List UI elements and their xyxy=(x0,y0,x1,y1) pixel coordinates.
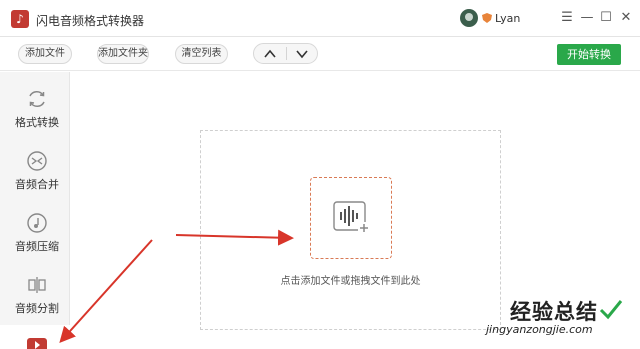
vip-shield-icon xyxy=(482,13,492,23)
merge-icon xyxy=(27,151,47,171)
menu-icon[interactable]: ☰ xyxy=(558,8,576,28)
user-avatar[interactable] xyxy=(460,9,478,27)
minimize-icon[interactable]: — xyxy=(578,8,596,28)
compress-icon xyxy=(27,213,47,233)
watermark-title: 经验总结 xyxy=(510,300,598,324)
app-logo-icon: ♪ xyxy=(11,10,29,28)
maximize-icon[interactable]: ☐ xyxy=(597,8,615,28)
sidebar-item-audio-compress[interactable]: 音频压缩 xyxy=(0,200,70,262)
divider xyxy=(286,47,287,60)
move-up-icon[interactable] xyxy=(260,46,280,62)
sidebar: 格式转换 音频合并 音频压缩 音频分割 xyxy=(0,72,70,349)
app-title: 闪电音频格式转换器 xyxy=(36,14,145,28)
clear-list-button[interactable]: 清空列表 xyxy=(175,44,228,64)
add-audio-button[interactable] xyxy=(310,177,392,259)
sidebar-item-label: 音频分割 xyxy=(15,302,59,315)
sidebar-item-audio-split[interactable]: 音频分割 xyxy=(0,262,70,324)
split-icon xyxy=(28,277,46,293)
drop-hint-text: 点击添加文件或拖拽文件到此处 xyxy=(280,276,421,287)
sidebar-item-audio-merge[interactable]: 音频合并 xyxy=(0,138,70,200)
close-icon[interactable]: ✕ xyxy=(617,8,635,28)
sidebar-item-label: 音频合并 xyxy=(15,178,59,191)
play-icon xyxy=(27,338,47,349)
start-convert-button[interactable]: 开始转换 xyxy=(557,44,621,65)
sidebar-item-label: 格式转换 xyxy=(15,116,59,129)
sidebar-item-format-convert[interactable]: 格式转换 xyxy=(0,76,70,138)
toolbar: 添加文件 添加文件夹 清空列表 xyxy=(0,38,640,71)
reorder-button-group xyxy=(253,43,318,64)
watermark-check-icon xyxy=(599,300,623,320)
move-down-icon[interactable] xyxy=(292,46,312,62)
sidebar-item-label: 音频压缩 xyxy=(15,240,59,253)
refresh-icon xyxy=(29,90,45,108)
add-file-button[interactable]: 添加文件 xyxy=(18,44,72,64)
audio-add-icon xyxy=(333,201,370,234)
user-name[interactable]: Lyan xyxy=(495,12,520,25)
watermark-url: jingyanzongjie.com xyxy=(486,323,593,336)
title-bar: ♪ 闪电音频格式转换器 Lyan ☰ — ☐ ✕ xyxy=(0,0,640,37)
annotation-arrow-down xyxy=(59,239,153,343)
add-folder-button[interactable]: 添加文件夹 xyxy=(97,44,149,64)
